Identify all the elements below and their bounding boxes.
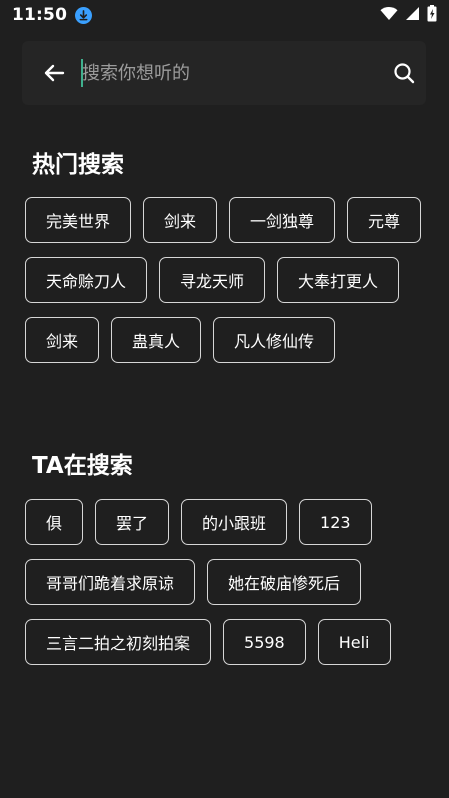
status-bar: 11:50 [0, 0, 449, 30]
search-icon [394, 63, 415, 84]
hot-search-title: 热门搜索 [32, 152, 124, 178]
hot-search-chip[interactable]: 大奉打更人 [277, 257, 400, 303]
search-input[interactable] [82, 55, 382, 91]
hot-search-chip[interactable]: 剑来 [143, 197, 218, 243]
hot-search-chip[interactable]: 剑来 [25, 317, 100, 363]
hot-search-chip[interactable]: 凡人修仙传 [213, 317, 336, 363]
signal-icon [405, 6, 420, 25]
back-button[interactable] [40, 59, 68, 87]
arrow-left-icon [44, 64, 65, 82]
search-button[interactable] [390, 59, 418, 87]
hot-search-chip[interactable]: 天命赊刀人 [25, 257, 148, 303]
status-right [380, 4, 437, 26]
ta-search-list: 俱罢了 的小跟班 123 哥哥们跪着求原谅 她在破庙惨死后三言二拍之初刻拍案 5598 He… [25, 499, 425, 665]
wifi-icon [380, 6, 398, 25]
ta-search-title: TA在搜索 [32, 453, 133, 479]
status-time: 11:50 [12, 5, 68, 25]
status-left: 11:50 [12, 5, 93, 25]
ta-search-chip[interactable]: 俱 [25, 499, 84, 545]
battery-icon [427, 4, 437, 26]
search-bar [22, 41, 426, 105]
ta-search-chip[interactable]: 三言二拍之初刻拍案 [25, 619, 212, 665]
ta-search-chip[interactable]: 罢了 [95, 499, 170, 545]
hot-search-chip[interactable]: 完美世界 [25, 197, 132, 243]
ta-search-chip[interactable]: 的小跟班 [181, 499, 288, 545]
download-icon [75, 6, 93, 24]
ta-search-chip[interactable]: Heli [317, 619, 391, 665]
ta-search-chip[interactable]: 5598 [223, 619, 306, 665]
ta-search-chip[interactable]: 哥哥们跪着求原谅 [25, 559, 196, 605]
hot-search-chip[interactable]: 蛊真人 [111, 317, 202, 363]
ta-search-chip[interactable]: 123 [299, 499, 372, 545]
hot-search-list: 完美世界 剑来 一剑独尊 元尊 天命赊刀人 寻龙天师 大奉打更人 剑来 蛊真人 凡人修仙传 [25, 197, 425, 363]
hot-search-chip[interactable]: 一剑独尊 [229, 197, 336, 243]
hot-search-chip[interactable]: 元尊 [347, 197, 422, 243]
hot-search-chip[interactable]: 寻龙天师 [159, 257, 266, 303]
ta-search-chip[interactable]: 她在破庙惨死后 [207, 559, 362, 605]
